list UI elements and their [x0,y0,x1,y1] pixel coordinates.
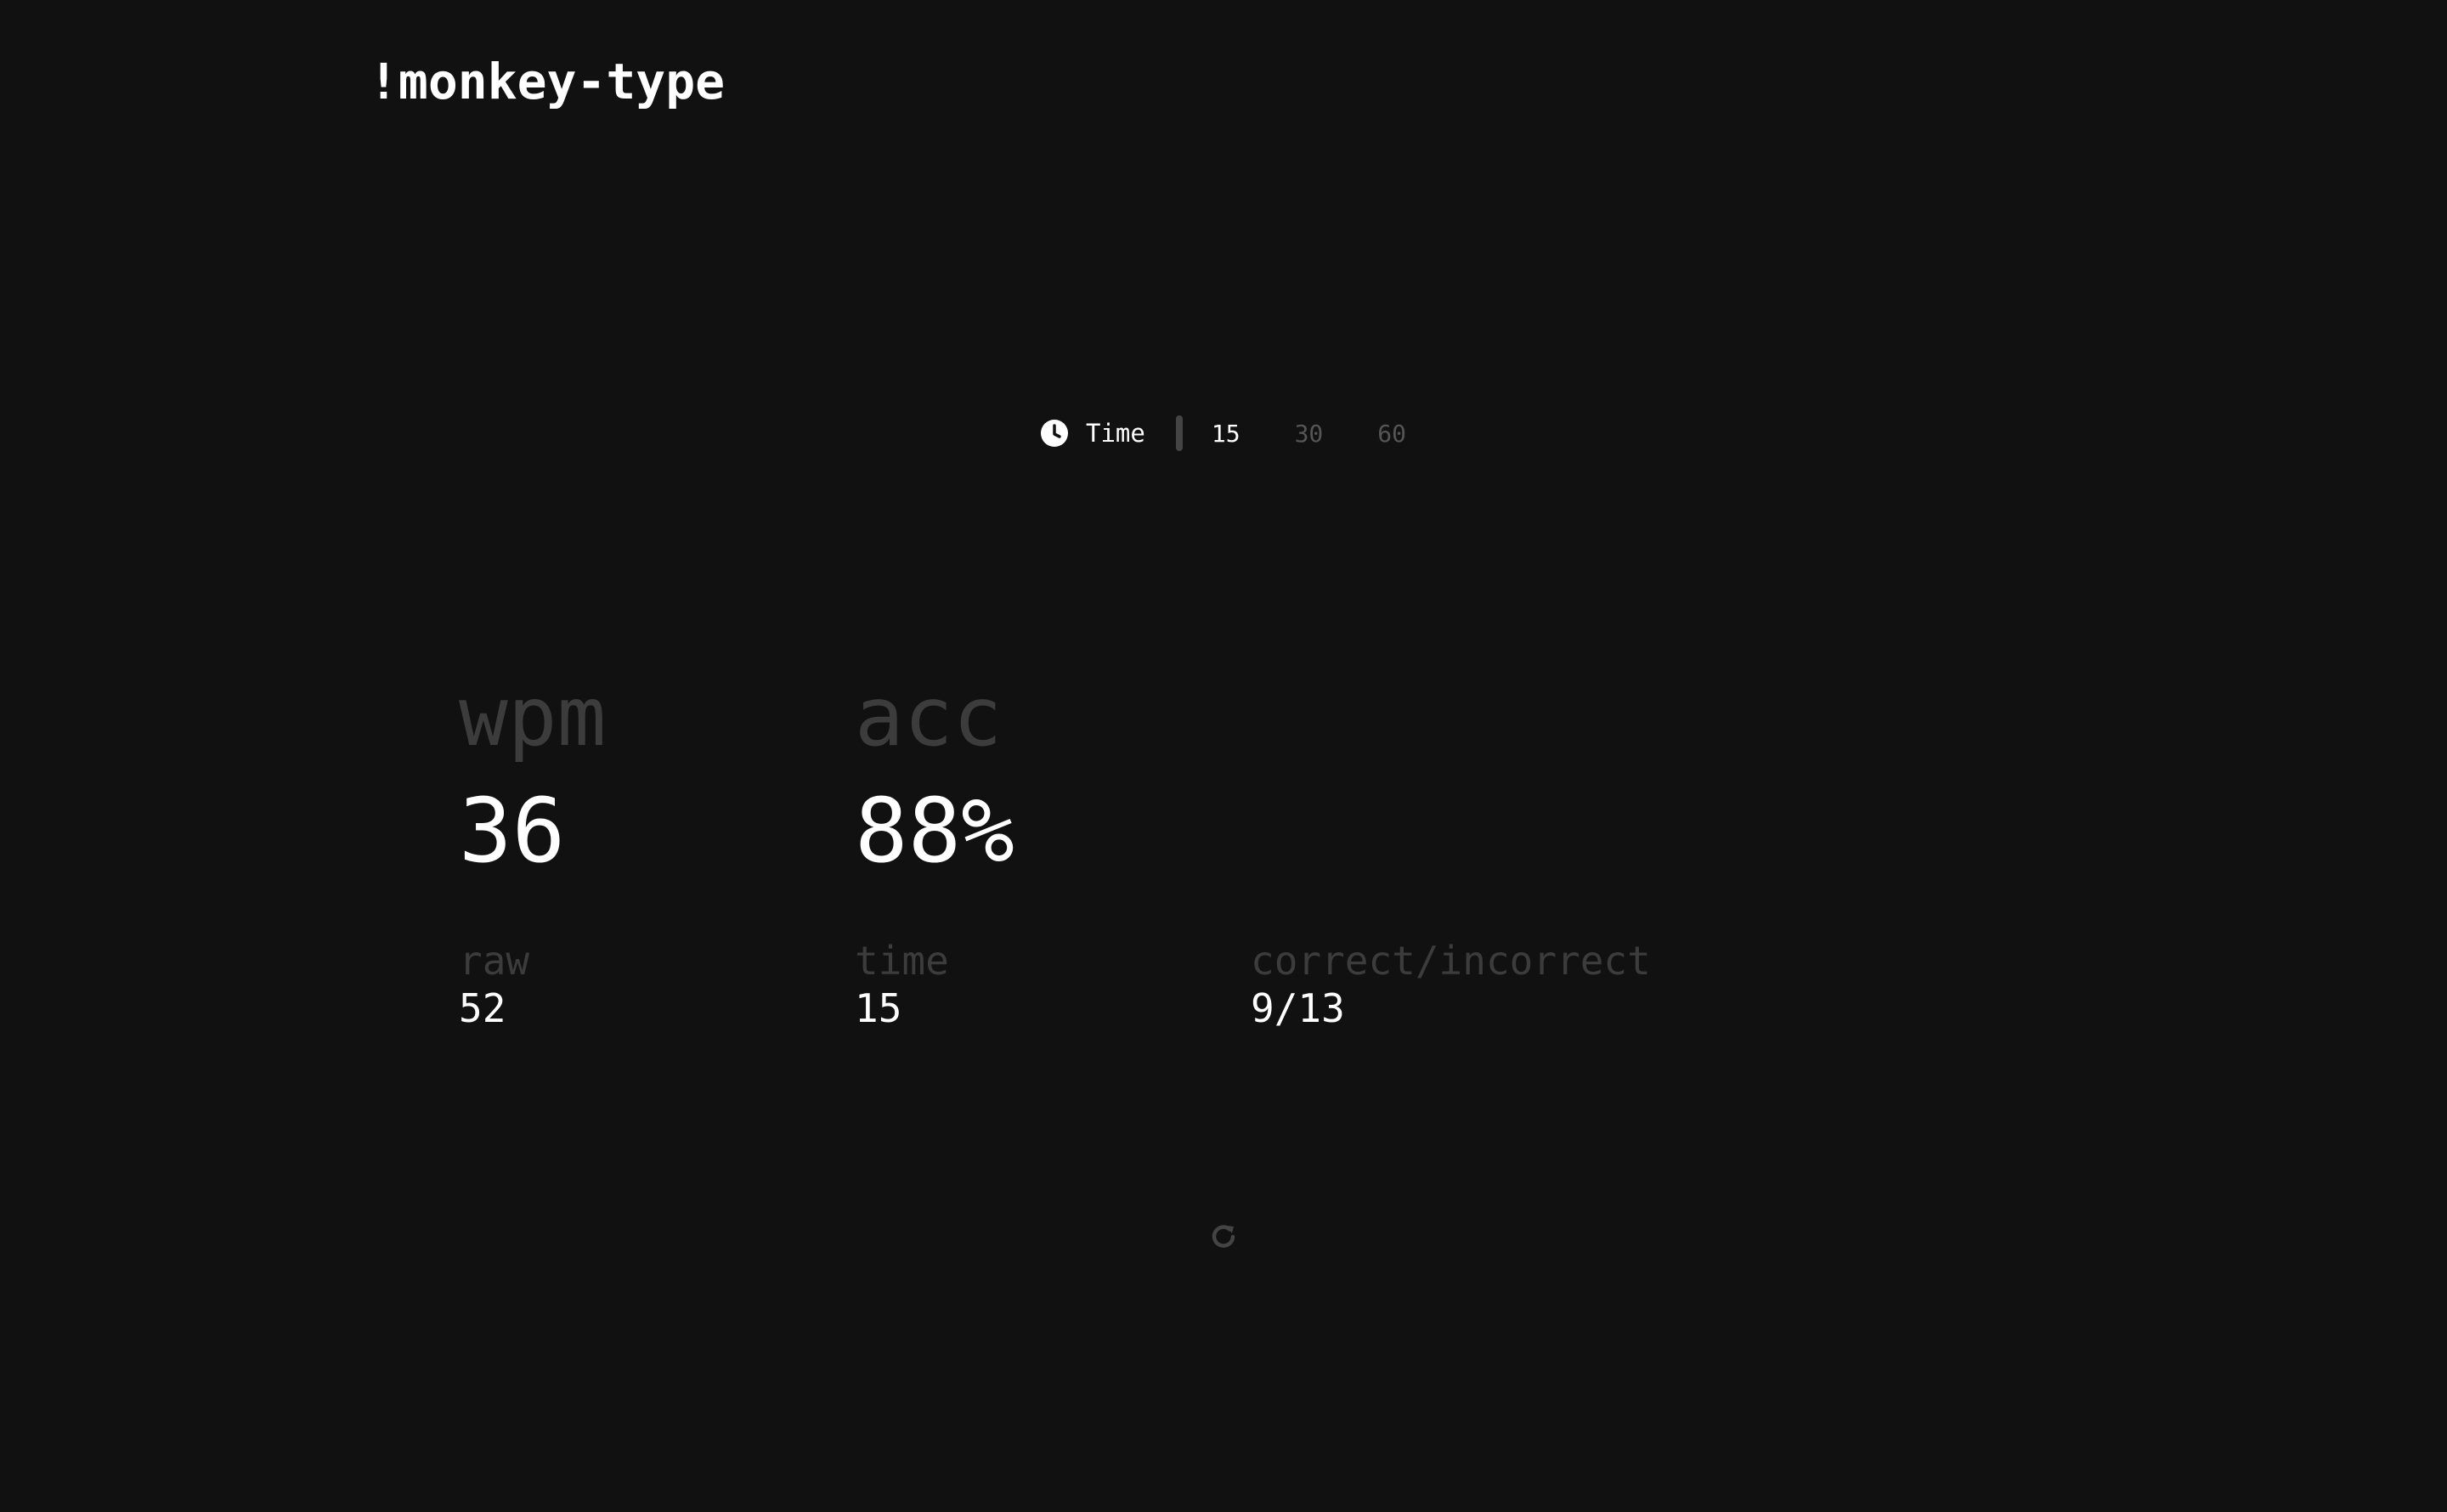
time-stat: time 15 [855,941,949,1028]
restart-button[interactable] [1207,1220,1240,1254]
mode-time-button[interactable]: Time [1086,419,1145,448]
raw-value: 52 [459,985,506,1031]
mode-selector: Time 15 30 60 [1040,413,1461,454]
duration-30-button[interactable]: 30 [1295,420,1324,448]
app-logo[interactable]: !monkey-type [369,53,725,110]
time-label: time [855,938,949,984]
chars-stat: correct/incorrect 9/13 [1251,941,1651,1028]
raw-label: raw [459,938,530,984]
restart-icon [1212,1225,1235,1248]
duration-60-button[interactable]: 60 [1377,420,1406,448]
acc-stat: acc 88% [855,676,1014,875]
chars-label: correct/incorrect [1251,938,1651,984]
results-page: !monkey-type Time 15 30 60 wpm 36 acc 88… [0,0,2447,1512]
acc-value: 88% [855,779,1014,883]
time-value: 15 [855,985,902,1031]
chars-value: 9/13 [1251,985,1345,1031]
mode-separator [1175,415,1183,451]
wpm-value: 36 [459,779,566,883]
wpm-label: wpm [459,669,607,764]
wpm-stat: wpm 36 [459,676,606,875]
acc-label: acc [855,669,1003,764]
duration-15-button[interactable]: 15 [1212,420,1240,448]
clock-icon[interactable] [1040,419,1069,448]
raw-stat: raw 52 [459,941,529,1028]
